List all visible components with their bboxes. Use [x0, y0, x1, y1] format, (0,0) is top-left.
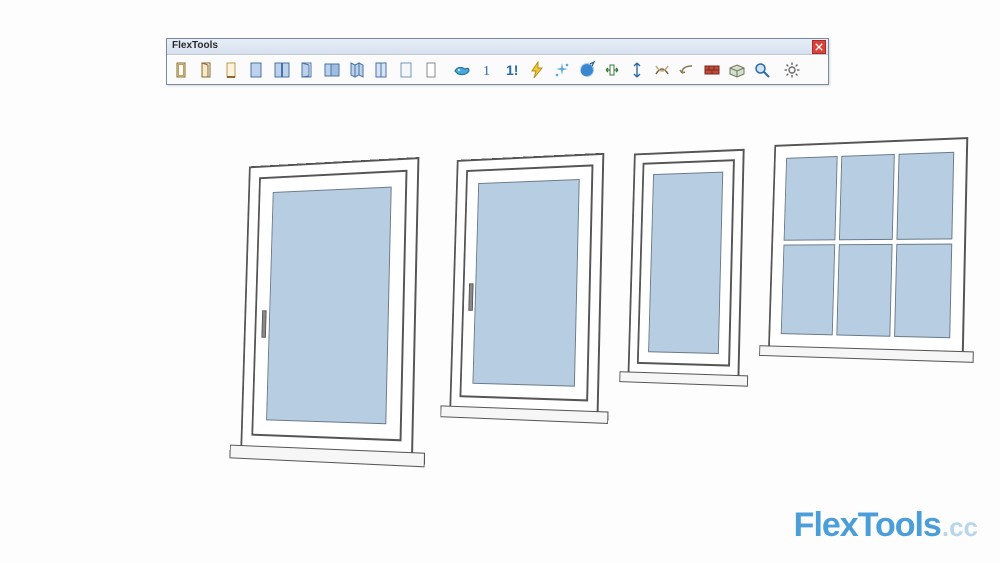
arrow-back-icon[interactable]: [675, 58, 699, 82]
close-icon: [815, 43, 823, 51]
svg-text:1: 1: [483, 64, 490, 79]
bricks-perspective-icon[interactable]: [725, 58, 749, 82]
toolbar-row: 1 1!: [167, 55, 828, 84]
magnifier-icon[interactable]: [750, 58, 774, 82]
arrows-vertical-icon[interactable]: [625, 58, 649, 82]
window-2: [448, 153, 604, 450]
window-panel-icon[interactable]: [370, 58, 394, 82]
close-button[interactable]: [812, 40, 826, 54]
door-single-icon[interactable]: [170, 58, 194, 82]
arrows-horizontal-icon[interactable]: [600, 58, 624, 82]
numeral-1-bold-icon[interactable]: 1!: [500, 58, 524, 82]
door-open-icon[interactable]: [195, 58, 219, 82]
bolt-icon[interactable]: [525, 58, 549, 82]
gear-icon[interactable]: [780, 58, 804, 82]
flextools-toolbar: FlexTools 1 1!: [166, 38, 829, 85]
window-bifold-icon[interactable]: [345, 58, 369, 82]
window-single-icon[interactable]: [245, 58, 269, 82]
whale-icon[interactable]: [450, 58, 474, 82]
window-basic-icon[interactable]: [420, 58, 444, 82]
window-double-icon[interactable]: [270, 58, 294, 82]
toolbar-titlebar[interactable]: FlexTools: [167, 39, 828, 55]
numeral-1-icon[interactable]: 1: [475, 58, 499, 82]
window-4: [767, 137, 968, 390]
compass-sphere-icon[interactable]: [575, 58, 599, 82]
sparkles-icon[interactable]: [550, 58, 574, 82]
curve-swap-icon[interactable]: [650, 58, 674, 82]
window-blank-icon[interactable]: [395, 58, 419, 82]
watermark-brand: FlexTools: [794, 506, 941, 544]
window-1: [239, 157, 419, 496]
watermark-suffix: .cc: [942, 512, 978, 542]
watermark: FlexTools.cc: [794, 506, 978, 545]
window-sliding-icon[interactable]: [320, 58, 344, 82]
window-open-icon[interactable]: [295, 58, 319, 82]
svg-text:1!: 1!: [506, 62, 518, 78]
door-frame-icon[interactable]: [220, 58, 244, 82]
bricks-red-icon[interactable]: [700, 58, 724, 82]
toolbar-title: FlexTools: [172, 40, 218, 51]
window-3: [627, 149, 745, 408]
viewport[interactable]: FlexTools 1 1!: [0, 0, 1000, 563]
